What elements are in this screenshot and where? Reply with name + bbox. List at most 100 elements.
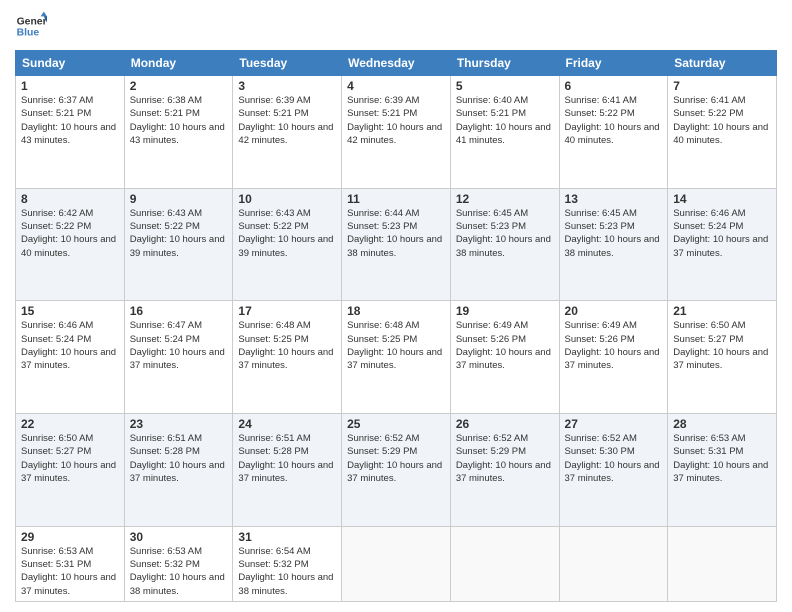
- calendar-cell: 4 Sunrise: 6:39 AM Sunset: 5:21 PM Dayli…: [342, 76, 451, 189]
- sunset-label: Sunset: 5:27 PM: [21, 446, 91, 457]
- day-info: Sunrise: 6:41 AM Sunset: 5:22 PM Dayligh…: [673, 94, 771, 147]
- sunrise-label: Sunrise: 6:39 AM: [238, 95, 310, 106]
- sunrise-label: Sunrise: 6:43 AM: [238, 208, 310, 219]
- daylight-label: Daylight: 10 hours and 39 minutes.: [238, 234, 333, 258]
- day-number: 20: [565, 304, 663, 318]
- col-header-wednesday: Wednesday: [342, 51, 451, 76]
- calendar-cell: 5 Sunrise: 6:40 AM Sunset: 5:21 PM Dayli…: [450, 76, 559, 189]
- daylight-label: Daylight: 10 hours and 43 minutes.: [21, 122, 116, 146]
- day-info: Sunrise: 6:46 AM Sunset: 5:24 PM Dayligh…: [21, 319, 119, 372]
- sunset-label: Sunset: 5:21 PM: [238, 108, 308, 119]
- day-number: 23: [130, 417, 228, 431]
- day-number: 7: [673, 79, 771, 93]
- sunrise-label: Sunrise: 6:37 AM: [21, 95, 93, 106]
- col-header-monday: Monday: [124, 51, 233, 76]
- daylight-label: Daylight: 10 hours and 38 minutes.: [347, 234, 442, 258]
- daylight-label: Daylight: 10 hours and 37 minutes.: [456, 347, 551, 371]
- sunset-label: Sunset: 5:21 PM: [456, 108, 526, 119]
- sunset-label: Sunset: 5:21 PM: [347, 108, 417, 119]
- day-number: 17: [238, 304, 336, 318]
- calendar-cell: 20 Sunrise: 6:49 AM Sunset: 5:26 PM Dayl…: [559, 301, 668, 414]
- day-number: 27: [565, 417, 663, 431]
- day-info: Sunrise: 6:44 AM Sunset: 5:23 PM Dayligh…: [347, 207, 445, 260]
- day-info: Sunrise: 6:52 AM Sunset: 5:29 PM Dayligh…: [347, 432, 445, 485]
- sunrise-label: Sunrise: 6:41 AM: [565, 95, 637, 106]
- daylight-label: Daylight: 10 hours and 37 minutes.: [347, 347, 442, 371]
- day-info: Sunrise: 6:51 AM Sunset: 5:28 PM Dayligh…: [238, 432, 336, 485]
- day-number: 18: [347, 304, 445, 318]
- calendar-cell: [559, 526, 668, 601]
- day-number: 28: [673, 417, 771, 431]
- sunset-label: Sunset: 5:31 PM: [673, 446, 743, 457]
- day-info: Sunrise: 6:48 AM Sunset: 5:25 PM Dayligh…: [238, 319, 336, 372]
- col-header-friday: Friday: [559, 51, 668, 76]
- sunrise-label: Sunrise: 6:51 AM: [130, 433, 202, 444]
- day-number: 2: [130, 79, 228, 93]
- sunset-label: Sunset: 5:32 PM: [130, 559, 200, 570]
- daylight-label: Daylight: 10 hours and 39 minutes.: [130, 234, 225, 258]
- day-number: 4: [347, 79, 445, 93]
- sunset-label: Sunset: 5:23 PM: [347, 221, 417, 232]
- sunset-label: Sunset: 5:24 PM: [130, 334, 200, 345]
- calendar-cell: 14 Sunrise: 6:46 AM Sunset: 5:24 PM Dayl…: [668, 188, 777, 301]
- sunrise-label: Sunrise: 6:52 AM: [565, 433, 637, 444]
- calendar-cell: 21 Sunrise: 6:50 AM Sunset: 5:27 PM Dayl…: [668, 301, 777, 414]
- day-info: Sunrise: 6:43 AM Sunset: 5:22 PM Dayligh…: [130, 207, 228, 260]
- sunrise-label: Sunrise: 6:41 AM: [673, 95, 745, 106]
- sunrise-label: Sunrise: 6:45 AM: [456, 208, 528, 219]
- day-info: Sunrise: 6:42 AM Sunset: 5:22 PM Dayligh…: [21, 207, 119, 260]
- day-number: 5: [456, 79, 554, 93]
- sunset-label: Sunset: 5:26 PM: [456, 334, 526, 345]
- day-number: 3: [238, 79, 336, 93]
- day-info: Sunrise: 6:47 AM Sunset: 5:24 PM Dayligh…: [130, 319, 228, 372]
- sunset-label: Sunset: 5:23 PM: [456, 221, 526, 232]
- calendar-cell: 15 Sunrise: 6:46 AM Sunset: 5:24 PM Dayl…: [16, 301, 125, 414]
- sunrise-label: Sunrise: 6:40 AM: [456, 95, 528, 106]
- daylight-label: Daylight: 10 hours and 37 minutes.: [456, 460, 551, 484]
- calendar-week-row: 8 Sunrise: 6:42 AM Sunset: 5:22 PM Dayli…: [16, 188, 777, 301]
- daylight-label: Daylight: 10 hours and 38 minutes.: [456, 234, 551, 258]
- day-number: 8: [21, 192, 119, 206]
- daylight-label: Daylight: 10 hours and 37 minutes.: [565, 347, 660, 371]
- day-number: 9: [130, 192, 228, 206]
- sunrise-label: Sunrise: 6:53 AM: [21, 546, 93, 557]
- day-info: Sunrise: 6:48 AM Sunset: 5:25 PM Dayligh…: [347, 319, 445, 372]
- day-number: 22: [21, 417, 119, 431]
- day-info: Sunrise: 6:49 AM Sunset: 5:26 PM Dayligh…: [456, 319, 554, 372]
- daylight-label: Daylight: 10 hours and 37 minutes.: [130, 347, 225, 371]
- sunset-label: Sunset: 5:28 PM: [130, 446, 200, 457]
- calendar-week-row: 1 Sunrise: 6:37 AM Sunset: 5:21 PM Dayli…: [16, 76, 777, 189]
- day-info: Sunrise: 6:39 AM Sunset: 5:21 PM Dayligh…: [347, 94, 445, 147]
- day-info: Sunrise: 6:46 AM Sunset: 5:24 PM Dayligh…: [673, 207, 771, 260]
- sunrise-label: Sunrise: 6:48 AM: [238, 320, 310, 331]
- daylight-label: Daylight: 10 hours and 37 minutes.: [21, 460, 116, 484]
- day-number: 6: [565, 79, 663, 93]
- daylight-label: Daylight: 10 hours and 37 minutes.: [673, 234, 768, 258]
- sunset-label: Sunset: 5:24 PM: [673, 221, 743, 232]
- sunset-label: Sunset: 5:32 PM: [238, 559, 308, 570]
- daylight-label: Daylight: 10 hours and 37 minutes.: [673, 460, 768, 484]
- day-number: 19: [456, 304, 554, 318]
- sunrise-label: Sunrise: 6:42 AM: [21, 208, 93, 219]
- daylight-label: Daylight: 10 hours and 40 minutes.: [673, 122, 768, 146]
- sunset-label: Sunset: 5:21 PM: [130, 108, 200, 119]
- calendar-cell: 17 Sunrise: 6:48 AM Sunset: 5:25 PM Dayl…: [233, 301, 342, 414]
- day-number: 14: [673, 192, 771, 206]
- sunrise-label: Sunrise: 6:53 AM: [130, 546, 202, 557]
- calendar: SundayMondayTuesdayWednesdayThursdayFrid…: [15, 50, 777, 602]
- sunset-label: Sunset: 5:25 PM: [238, 334, 308, 345]
- calendar-cell: 28 Sunrise: 6:53 AM Sunset: 5:31 PM Dayl…: [668, 414, 777, 527]
- calendar-cell: 9 Sunrise: 6:43 AM Sunset: 5:22 PM Dayli…: [124, 188, 233, 301]
- calendar-week-row: 29 Sunrise: 6:53 AM Sunset: 5:31 PM Dayl…: [16, 526, 777, 601]
- day-number: 11: [347, 192, 445, 206]
- day-info: Sunrise: 6:52 AM Sunset: 5:29 PM Dayligh…: [456, 432, 554, 485]
- sunset-label: Sunset: 5:28 PM: [238, 446, 308, 457]
- sunrise-label: Sunrise: 6:52 AM: [347, 433, 419, 444]
- day-info: Sunrise: 6:52 AM Sunset: 5:30 PM Dayligh…: [565, 432, 663, 485]
- day-info: Sunrise: 6:53 AM Sunset: 5:31 PM Dayligh…: [673, 432, 771, 485]
- day-info: Sunrise: 6:53 AM Sunset: 5:31 PM Dayligh…: [21, 545, 119, 598]
- calendar-week-row: 15 Sunrise: 6:46 AM Sunset: 5:24 PM Dayl…: [16, 301, 777, 414]
- day-info: Sunrise: 6:41 AM Sunset: 5:22 PM Dayligh…: [565, 94, 663, 147]
- sunset-label: Sunset: 5:31 PM: [21, 559, 91, 570]
- calendar-cell: 10 Sunrise: 6:43 AM Sunset: 5:22 PM Dayl…: [233, 188, 342, 301]
